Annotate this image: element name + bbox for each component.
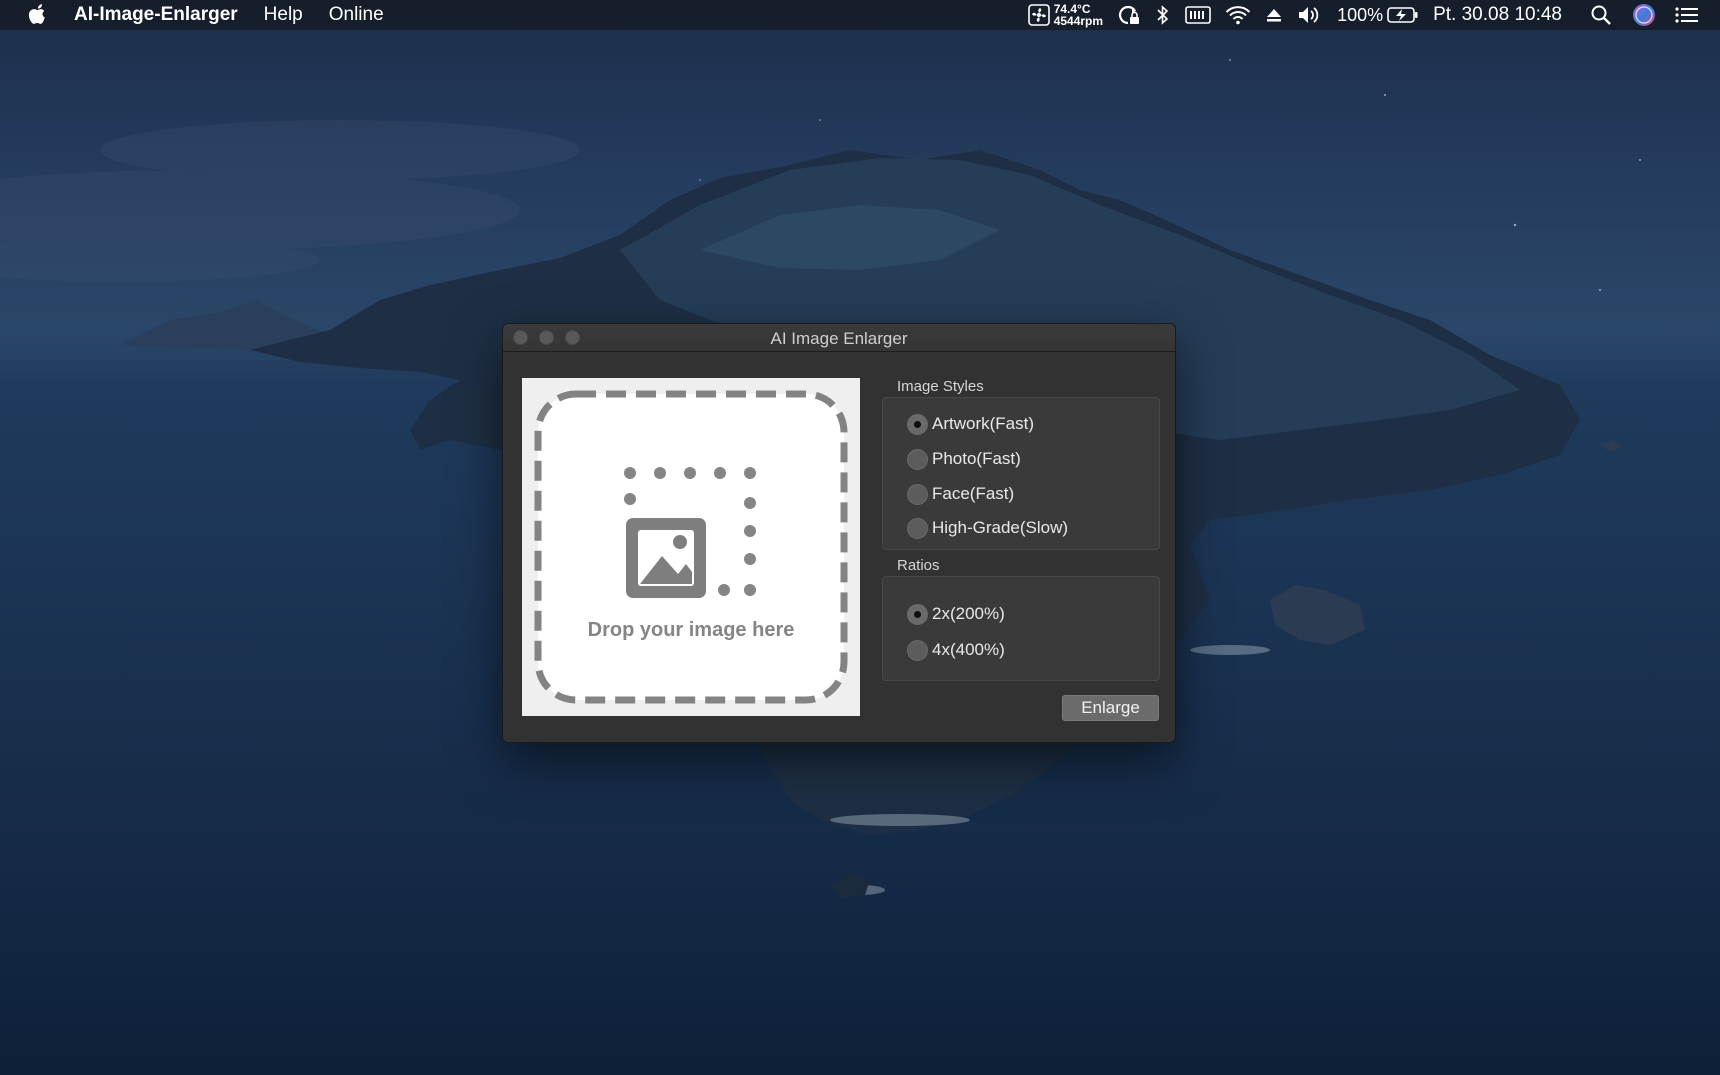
menu-bar: AI-Image-Enlarger Help Online 74.4°C 454…: [0, 0, 1720, 30]
apple-icon[interactable]: [26, 3, 48, 27]
volume-icon[interactable]: [1297, 5, 1323, 25]
ratios-label: Ratios: [897, 557, 940, 574]
style-label: Artwork(Fast): [932, 414, 1034, 433]
image-styles-group: Artwork(Fast) Photo(Fast) Face(Fast) Hig…: [882, 397, 1160, 550]
status-area: 74.4°C 4544rpm 100% Pt. 30.08 10:48: [1014, 0, 1720, 30]
radio-button[interactable]: [907, 603, 928, 625]
radio-button[interactable]: [907, 517, 928, 539]
ratio-label: 4x(400%): [932, 640, 1005, 659]
fan-icon: [1027, 4, 1050, 26]
ratio-label: 2x(200%): [932, 604, 1005, 623]
window-title: AI Image Enlarger: [770, 329, 908, 348]
radio-button[interactable]: [907, 448, 928, 470]
battery-percent: 100%: [1337, 4, 1384, 25]
wifi-icon[interactable]: [1225, 5, 1251, 25]
style-option-photo[interactable]: Photo(Fast): [907, 448, 1021, 470]
style-label: High-Grade(Slow): [932, 518, 1069, 537]
menu-help[interactable]: Help: [264, 4, 303, 26]
search-icon[interactable]: [1590, 4, 1612, 26]
style-option-high-grade[interactable]: High-Grade(Slow): [907, 517, 1068, 539]
bluetooth-icon[interactable]: [1155, 4, 1171, 26]
image-drop-zone[interactable]: Drop your image here: [522, 378, 860, 716]
fan-speed-readout: 4544rpm: [1053, 14, 1104, 28]
style-label: Photo(Fast): [932, 449, 1021, 468]
drop-zone-label: Drop your image here: [587, 619, 795, 641]
keyboard-icon[interactable]: [1185, 5, 1211, 25]
ratios-group: 2x(200%) 4x(400%): [882, 576, 1160, 681]
enlarge-button[interactable]: Enlarge: [1062, 695, 1159, 721]
radio-button[interactable]: [907, 413, 928, 435]
style-label: Face(Fast): [932, 484, 1015, 503]
app-window: AI Image Enlarger Drop your image here I…: [502, 323, 1176, 743]
menu-online[interactable]: Online: [329, 4, 384, 26]
style-option-face[interactable]: Face(Fast): [907, 483, 1014, 505]
sync-lock-icon[interactable]: [1117, 3, 1141, 27]
ratio-option-4x[interactable]: 4x(400%): [907, 639, 1005, 661]
siri-icon[interactable]: [1632, 3, 1656, 27]
battery-icon[interactable]: [1387, 6, 1419, 24]
fan-monitor[interactable]: 74.4°C 4544rpm: [1027, 3, 1104, 28]
window-titlebar[interactable]: AI Image Enlarger: [503, 324, 1175, 352]
list-icon[interactable]: [1674, 5, 1700, 25]
menu-clock[interactable]: Pt. 30.08 10:48: [1433, 4, 1562, 26]
menu-app-name[interactable]: AI-Image-Enlarger: [74, 4, 238, 26]
radio-button[interactable]: [907, 639, 928, 661]
ratio-option-2x[interactable]: 2x(200%): [907, 603, 1005, 625]
radio-button[interactable]: [907, 483, 928, 505]
image-placeholder-icon: [626, 518, 706, 598]
image-styles-label: Image Styles: [897, 378, 984, 395]
eject-icon[interactable]: [1265, 6, 1283, 24]
style-option-artwork[interactable]: Artwork(Fast): [907, 413, 1034, 435]
